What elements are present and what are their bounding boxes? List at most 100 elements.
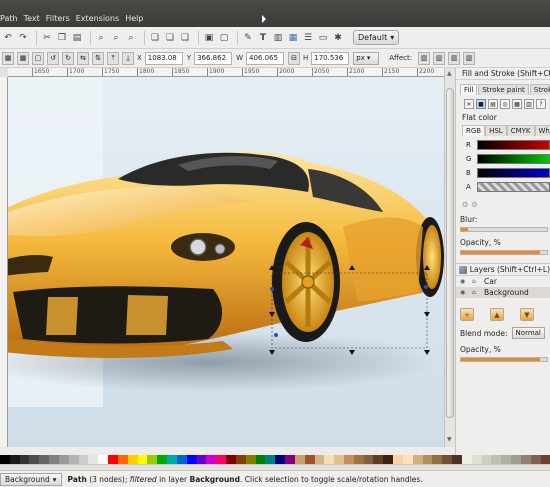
radial-gradient-icon[interactable]: ◎ bbox=[500, 99, 510, 109]
palette-swatch[interactable] bbox=[206, 455, 217, 464]
lower-to-bottom-icon[interactable]: ⤓ bbox=[122, 51, 134, 65]
palette-swatch[interactable] bbox=[393, 455, 403, 464]
palette-swatch[interactable] bbox=[196, 455, 207, 464]
palette-swatch[interactable] bbox=[137, 455, 148, 464]
palette-swatch[interactable] bbox=[530, 455, 541, 464]
affect-pattern-icon[interactable]: ▥ bbox=[463, 51, 476, 65]
palette-swatch[interactable] bbox=[9, 455, 20, 464]
layers-title[interactable]: Layers (Shift+Ctrl+L) bbox=[456, 264, 550, 276]
w-input[interactable]: 406.065 bbox=[246, 51, 284, 65]
flat-color-icon[interactable]: ■ bbox=[476, 99, 486, 109]
palette-swatch[interactable] bbox=[304, 455, 315, 464]
palette-swatch[interactable] bbox=[452, 455, 462, 464]
palette-swatch[interactable] bbox=[39, 455, 50, 464]
a-bar[interactable] bbox=[476, 181, 550, 192]
select-all-icon[interactable]: ▦ bbox=[2, 51, 14, 65]
menu-help[interactable]: Help bbox=[125, 14, 143, 23]
eye-icon[interactable]: ◉ bbox=[460, 289, 468, 296]
affect-stroke-icon[interactable]: ▥ bbox=[418, 51, 431, 65]
palette-swatch[interactable] bbox=[481, 455, 492, 464]
b-bar[interactable] bbox=[476, 167, 550, 178]
h-input[interactable]: 170.536 bbox=[311, 51, 350, 65]
vertical-ruler[interactable] bbox=[0, 77, 8, 447]
drawing-canvas[interactable] bbox=[8, 77, 444, 447]
palette-swatch[interactable] bbox=[167, 455, 177, 464]
palette-swatch[interactable] bbox=[285, 455, 295, 464]
palette-swatch[interactable] bbox=[511, 455, 521, 464]
pattern-icon[interactable]: ▦ bbox=[512, 99, 522, 109]
a-slider[interactable]: A bbox=[466, 181, 550, 192]
default-display-button[interactable]: Default ▾ bbox=[353, 30, 400, 45]
zoom-drawing-icon[interactable]: ⌕ bbox=[110, 32, 122, 44]
palette-swatch[interactable] bbox=[98, 455, 109, 464]
menu-filters[interactable]: Filters bbox=[46, 14, 70, 23]
lock-icon[interactable]: ⌂ bbox=[472, 289, 480, 296]
flip-horizontal-icon[interactable]: ⇆ bbox=[77, 51, 89, 65]
raise-to-top-icon[interactable]: ⤒ bbox=[107, 51, 119, 65]
palette-swatch[interactable] bbox=[255, 455, 266, 464]
copy-icon[interactable]: ❐ bbox=[56, 32, 68, 44]
opacity-slider[interactable] bbox=[460, 250, 548, 255]
settings-icon[interactable]: ✱ bbox=[332, 32, 344, 44]
menu-path[interactable]: Path bbox=[0, 14, 18, 23]
cut-icon[interactable]: ✂ bbox=[41, 32, 53, 44]
add-layer-icon[interactable]: + bbox=[460, 308, 474, 321]
palette-swatch[interactable] bbox=[353, 455, 364, 464]
ungroup-icon[interactable]: ▢ bbox=[218, 32, 230, 44]
palette-swatch[interactable] bbox=[68, 455, 79, 464]
palette-swatch[interactable] bbox=[540, 455, 550, 464]
gear-icon[interactable]: ⚙ ⚙ bbox=[462, 200, 550, 209]
undo-icon[interactable]: ↶ bbox=[2, 32, 14, 44]
swatch-icon[interactable]: ▥ bbox=[524, 99, 534, 109]
palette-swatch[interactable] bbox=[108, 455, 118, 464]
palette-swatch[interactable] bbox=[117, 455, 128, 464]
palette-swatch[interactable] bbox=[412, 455, 423, 464]
canvas-scrollbar[interactable]: ▲ ▼ bbox=[444, 68, 455, 447]
palette-swatch[interactable] bbox=[127, 455, 138, 464]
palette-swatch[interactable] bbox=[373, 455, 384, 464]
duplicate-icon[interactable]: ❏ bbox=[149, 32, 161, 44]
units-select[interactable]: px ▾ bbox=[353, 51, 380, 65]
palette-swatch[interactable] bbox=[343, 455, 354, 464]
affect-corners-icon[interactable]: ▥ bbox=[433, 51, 446, 65]
no-paint-icon[interactable]: × bbox=[464, 99, 474, 109]
text-font-icon[interactable]: T bbox=[257, 32, 269, 44]
r-bar[interactable] bbox=[476, 139, 550, 150]
palette-swatch[interactable] bbox=[19, 455, 30, 464]
flip-vertical-icon[interactable]: ⇅ bbox=[92, 51, 104, 65]
palette-swatch[interactable] bbox=[88, 455, 99, 464]
preferences-icon[interactable]: ☰ bbox=[302, 32, 314, 44]
palette-swatch[interactable] bbox=[157, 455, 168, 464]
raise-layer-icon[interactable]: ▲ bbox=[490, 308, 504, 321]
palette-swatch[interactable] bbox=[432, 455, 443, 464]
lock-ratio-icon[interactable]: ⊟ bbox=[288, 51, 300, 65]
palette-swatch[interactable] bbox=[216, 455, 227, 464]
select-all-layers-icon[interactable]: ▦ bbox=[17, 51, 29, 65]
palette-swatch[interactable] bbox=[58, 455, 69, 464]
group-icon[interactable]: ▣ bbox=[203, 32, 215, 44]
menu-extensions[interactable]: Extensions bbox=[76, 14, 119, 23]
deselect-icon[interactable]: ▢ bbox=[32, 51, 44, 65]
zoom-page-icon[interactable]: ⌕ bbox=[125, 32, 137, 44]
unlink-clone-icon[interactable]: ❏ bbox=[179, 32, 191, 44]
align-distribute-icon[interactable]: ▦ bbox=[287, 32, 299, 44]
lower-layer-icon[interactable]: ▼ bbox=[520, 308, 534, 321]
y-input[interactable]: 366.862 bbox=[194, 51, 233, 65]
palette-swatch[interactable] bbox=[383, 455, 394, 464]
palette-swatch[interactable] bbox=[186, 455, 197, 464]
palette-swatch[interactable] bbox=[520, 455, 531, 464]
palette-swatch[interactable] bbox=[461, 455, 472, 464]
fill-stroke-icon[interactable]: ✎ bbox=[242, 32, 254, 44]
blend-mode-select[interactable]: Normal bbox=[511, 327, 545, 339]
current-layer-select[interactable]: Background ▾ bbox=[0, 472, 62, 486]
x-input[interactable]: 1083.08 bbox=[144, 51, 183, 65]
rotate-ccw-icon[interactable]: ↺ bbox=[47, 51, 59, 65]
tab-cmyk[interactable]: CMYK bbox=[506, 125, 535, 136]
palette-swatch[interactable] bbox=[314, 455, 325, 464]
palette-swatch[interactable] bbox=[442, 455, 453, 464]
lock-icon[interactable]: ⌂ bbox=[472, 278, 480, 285]
scroll-down-icon[interactable]: ▼ bbox=[447, 436, 452, 443]
xml-editor-icon[interactable]: ▥ bbox=[272, 32, 284, 44]
scrollbar-thumb[interactable] bbox=[446, 88, 454, 418]
layer-row-car[interactable]: ◉ ⌂ Car bbox=[456, 276, 550, 287]
